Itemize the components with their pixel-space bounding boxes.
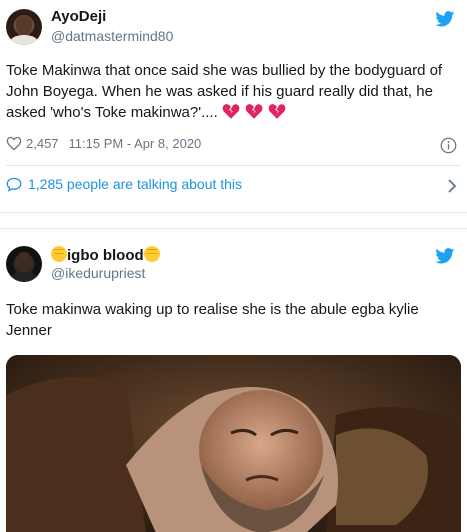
display-name[interactable]: igbo blood [51, 246, 160, 264]
tweet-text: Toke Makinwa that once said she was bull… [6, 60, 461, 126]
display-name[interactable]: AyoDeji [51, 8, 106, 25]
raised-fist-icon [143, 246, 160, 262]
divider [6, 165, 461, 166]
tweet-card[interactable]: igbo blood @ikedurupriest Toke makinwa w… [0, 228, 467, 532]
like-count[interactable]: 2,457 [26, 136, 59, 151]
avatar-shirt [10, 35, 38, 45]
speech-bubble-icon [6, 177, 22, 192]
avatar-shirt [10, 272, 38, 282]
user-handle[interactable]: @datmastermind80 [51, 28, 173, 44]
user-handle[interactable]: @ikedurupriest [51, 265, 145, 281]
twitter-bird-icon[interactable] [435, 248, 455, 264]
chevron-right-icon[interactable] [447, 178, 457, 194]
raised-fist-icon [51, 246, 67, 262]
conversation-link[interactable]: 1,285 people are talking about this [6, 176, 242, 192]
broken-heart-emojis [222, 103, 287, 126]
talking-count: 1,285 people are talking about this [28, 176, 243, 192]
info-icon[interactable] [440, 137, 457, 154]
sleeping-man-image [6, 355, 461, 532]
broken-heart-icon [245, 104, 263, 119]
timestamp[interactable]: 11:15 PM - Apr 8, 2020 [69, 136, 202, 151]
avatar[interactable] [6, 246, 42, 282]
twitter-bird-icon[interactable] [435, 11, 455, 27]
tweet-media-image[interactable] [6, 355, 461, 532]
tweet-text: Toke makinwa waking up to realise she is… [6, 301, 419, 339]
heart-outline-icon[interactable] [6, 136, 22, 151]
tweet-meta: 2,457 11:15 PM - Apr 8, 2020 [6, 136, 201, 151]
display-name-text: igbo blood [67, 247, 144, 264]
broken-heart-icon [222, 104, 240, 119]
avatar[interactable] [6, 9, 42, 45]
avatar-face [16, 252, 32, 272]
broken-heart-icon [268, 104, 286, 119]
avatar-face [16, 15, 32, 35]
tweet-card[interactable]: AyoDeji @datmastermind80 Toke Makinwa th… [0, 0, 467, 213]
